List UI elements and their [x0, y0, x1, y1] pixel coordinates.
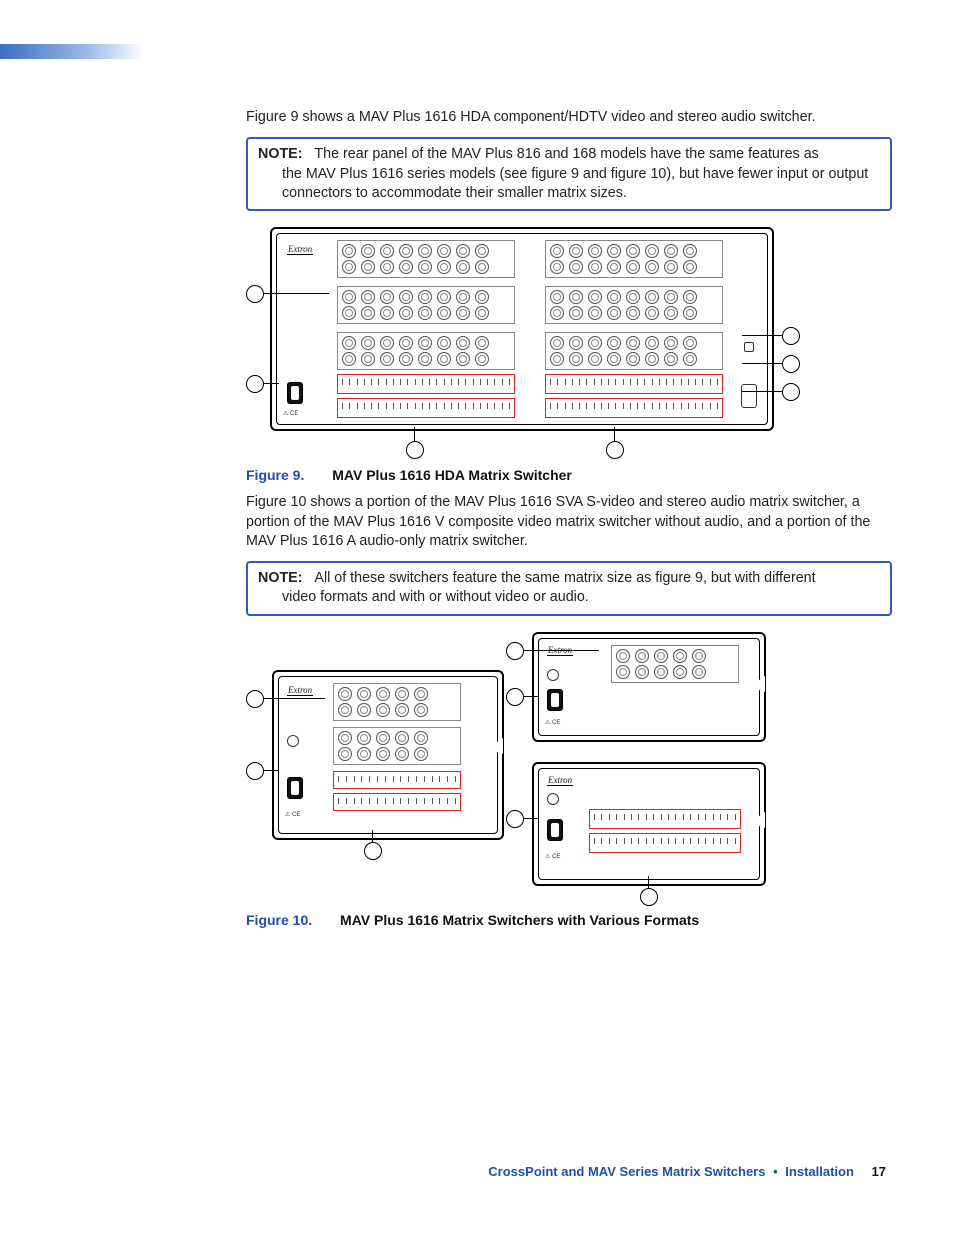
- callout-lead: [614, 427, 615, 441]
- callout-lead: [263, 698, 325, 699]
- serial-port-icon: [741, 384, 757, 408]
- figure-number: Figure 10.: [246, 912, 312, 928]
- brand-label: Extron: [287, 244, 313, 255]
- ul-mark-icon: [547, 669, 559, 681]
- note-text-first: All of these switchers feature the same …: [306, 570, 815, 586]
- power-inlet-icon: [287, 382, 303, 404]
- ul-mark-icon: [287, 735, 299, 747]
- cert-marks-icon: ⚠ CE: [283, 410, 298, 417]
- audio-input-block: [337, 374, 515, 394]
- paragraph-intro: Figure 9 shows a MAV Plus 1616 HDA compo…: [246, 108, 892, 127]
- callout-lead: [263, 383, 279, 384]
- callout-lead: [523, 818, 539, 819]
- figure-title: MAV Plus 1616 Matrix Switchers with Vari…: [340, 912, 699, 928]
- cert-marks-icon: ⚠ CE: [285, 811, 300, 818]
- note-box-2: NOTE: All of these switchers feature the…: [246, 561, 892, 616]
- figure-9-caption: Figure 9. MAV Plus 1616 HDA Matrix Switc…: [246, 467, 892, 483]
- ul-mark-icon: [547, 793, 559, 805]
- footer-page-number: 17: [872, 1164, 886, 1179]
- footer-separator: •: [769, 1164, 782, 1179]
- callout-circle: [606, 441, 624, 459]
- note-text-rest: the MAV Plus 1616 series models (see fig…: [282, 165, 880, 204]
- footer-section: Installation: [785, 1164, 854, 1179]
- callout-circle: [246, 762, 264, 780]
- callout-lead: [742, 335, 782, 336]
- brand-label: Extron: [287, 685, 313, 696]
- rear-panel-outline: Extron: [270, 227, 774, 431]
- callout-circle: [506, 810, 524, 828]
- note-text-first: The rear panel of the MAV Plus 816 and 1…: [306, 146, 818, 162]
- callout-lead: [523, 696, 539, 697]
- callout-circle: [246, 690, 264, 708]
- ground-screw-icon: [744, 342, 754, 352]
- figure-9-diagram: Extron: [246, 227, 800, 459]
- figure-10-diagram: Extron: [246, 632, 766, 904]
- callout-circle: [506, 642, 524, 660]
- callout-circle: [782, 383, 800, 401]
- audio-output-block: [545, 374, 723, 394]
- note-label: NOTE:: [258, 570, 302, 586]
- callout-lead: [523, 650, 599, 651]
- note-box-1: NOTE: The rear panel of the MAV Plus 816…: [246, 137, 892, 211]
- header-accent-bar: [0, 44, 144, 59]
- callout-lead: [742, 363, 782, 364]
- callout-circle: [782, 327, 800, 345]
- cert-marks-icon: ⚠ CE: [545, 853, 560, 860]
- brand-label: Extron: [547, 775, 573, 786]
- callout-lead: [263, 293, 329, 294]
- callout-lead: [372, 830, 373, 842]
- callout-circle: [640, 888, 658, 906]
- figure-10-caption: Figure 10. MAV Plus 1616 Matrix Switcher…: [246, 912, 892, 928]
- callout-lead: [414, 427, 415, 441]
- power-inlet-icon: [287, 777, 303, 799]
- subpanel-a: Extron ⚠ CE: [532, 762, 766, 886]
- page-footer: CrossPoint and MAV Series Matrix Switche…: [488, 1164, 886, 1179]
- subpanel-v: Extron ⚠ CE: [532, 632, 766, 742]
- figure-title: MAV Plus 1616 HDA Matrix Switcher: [332, 467, 572, 483]
- callout-lead: [263, 770, 279, 771]
- figure-number: Figure 9.: [246, 467, 304, 483]
- note-label: NOTE:: [258, 146, 302, 162]
- subpanel-sva: Extron: [272, 670, 504, 840]
- note-text-rest: video formats and with or without video …: [282, 588, 880, 607]
- callout-circle: [406, 441, 424, 459]
- callout-circle: [246, 375, 264, 393]
- callout-circle: [246, 285, 264, 303]
- callout-circle: [782, 355, 800, 373]
- footer-doc-title: CrossPoint and MAV Series Matrix Switche…: [488, 1164, 765, 1179]
- power-inlet-icon: [547, 819, 563, 841]
- callout-circle: [364, 842, 382, 860]
- paragraph-middle: Figure 10 shows a portion of the MAV Plu…: [246, 493, 892, 550]
- power-inlet-icon: [547, 689, 563, 711]
- callout-circle: [506, 688, 524, 706]
- callout-lead: [742, 391, 782, 392]
- callout-lead: [648, 876, 649, 888]
- cert-marks-icon: ⚠ CE: [545, 719, 560, 726]
